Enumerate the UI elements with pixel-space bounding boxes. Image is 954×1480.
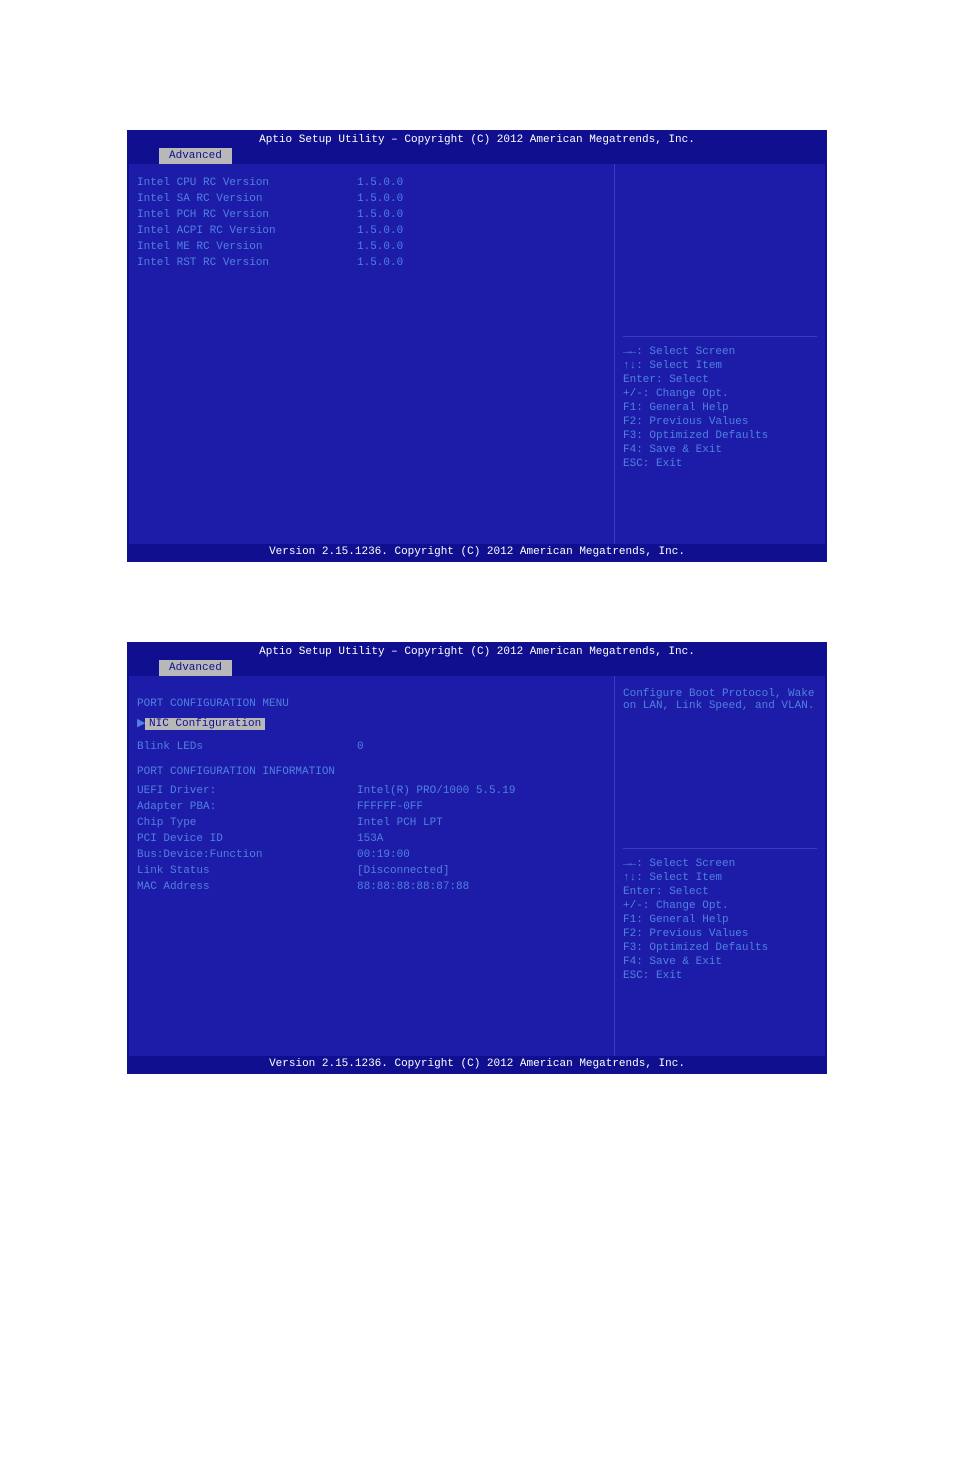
info-row: Intel SA RC Version 1.5.0.0 <box>137 192 606 206</box>
tab-advanced[interactable]: Advanced <box>159 660 232 676</box>
help-key-line: F3: Optimized Defaults <box>623 429 817 443</box>
row-label: Chip Type <box>137 816 357 830</box>
row-value: 1.5.0.0 <box>357 176 606 190</box>
info-row: Chip Type Intel PCH LPT <box>137 816 606 830</box>
info-title: PORT CONFIGURATION INFORMATION <box>137 766 606 778</box>
footer-bar: Version 2.15.1236. Copyright (C) 2012 Am… <box>129 1056 825 1072</box>
help-key-line: ↑↓: Select Item <box>623 871 817 885</box>
help-key-line: ESC: Exit <box>623 969 817 983</box>
info-row: Bus:Device:Function 00:19:00 <box>137 848 606 862</box>
help-key-line: +/-: Change Opt. <box>623 387 817 401</box>
help-key-line: →←: Select Screen <box>623 345 817 359</box>
selector-arrow-icon: ▶ <box>137 716 145 730</box>
info-row: Intel ME RC Version 1.5.0.0 <box>137 240 606 254</box>
row-label: Adapter PBA: <box>137 800 357 814</box>
menu-title: PORT CONFIGURATION MENU <box>137 698 606 710</box>
info-row: UEFI Driver: Intel(R) PRO/1000 5.5.19 <box>137 784 606 798</box>
row-label: Link Status <box>137 864 357 878</box>
help-key-line: Enter: Select <box>623 373 817 387</box>
row-value: [Disconnected] <box>357 864 606 878</box>
tab-advanced[interactable]: Advanced <box>159 148 232 164</box>
help-panel: Configure Boot Protocol, Wake on LAN, Li… <box>615 676 825 1056</box>
help-key-line: Enter: Select <box>623 885 817 899</box>
help-keys: →←: Select Screen ↑↓: Select Item Enter:… <box>623 336 817 511</box>
header-bar: Aptio Setup Utility – Copyright (C) 2012… <box>129 132 825 148</box>
info-row: MAC Address 88:88:88:88:87:88 <box>137 880 606 894</box>
row-label: PCI Device ID <box>137 832 357 846</box>
help-key-line: F4: Save & Exit <box>623 955 817 969</box>
row-value: 1.5.0.0 <box>357 224 606 238</box>
row-value: 88:88:88:88:87:88 <box>357 880 606 894</box>
help-key-line: F1: General Help <box>623 401 817 415</box>
row-label: Intel ME RC Version <box>137 240 357 254</box>
header-bar: Aptio Setup Utility – Copyright (C) 2012… <box>129 644 825 660</box>
row-label: MAC Address <box>137 880 357 894</box>
row-value: FFFFFF-0FF <box>357 800 606 814</box>
row-label: Bus:Device:Function <box>137 848 357 862</box>
help-panel: →←: Select Screen ↑↓: Select Item Enter:… <box>615 164 825 544</box>
row-value: 00:19:00 <box>357 848 606 862</box>
info-row: Intel CPU RC Version 1.5.0.0 <box>137 176 606 190</box>
menu-item-nic-config[interactable]: ▶NIC Configuration <box>137 716 606 730</box>
help-description <box>623 176 817 336</box>
setting-row-blink-leds[interactable]: Blink LEDs 0 <box>137 740 606 754</box>
help-key-line: F2: Previous Values <box>623 415 817 429</box>
row-value: 0 <box>357 740 606 754</box>
content-area: PORT CONFIGURATION MENU ▶NIC Configurati… <box>129 676 825 1056</box>
row-value: 1.5.0.0 <box>357 240 606 254</box>
info-row: Adapter PBA: FFFFFF-0FF <box>137 800 606 814</box>
help-key-line: →←: Select Screen <box>623 857 817 871</box>
info-row: Intel PCH RC Version 1.5.0.0 <box>137 208 606 222</box>
row-label: Intel RST RC Version <box>137 256 357 270</box>
bios-window-2: Aptio Setup Utility – Copyright (C) 2012… <box>127 642 827 1074</box>
selected-menu-label: NIC Configuration <box>145 718 265 730</box>
row-value: 1.5.0.0 <box>357 208 606 222</box>
row-label: Intel SA RC Version <box>137 192 357 206</box>
help-key-line: F4: Save & Exit <box>623 443 817 457</box>
content-area: Intel CPU RC Version 1.5.0.0 Intel SA RC… <box>129 164 825 544</box>
help-description: Configure Boot Protocol, Wake on LAN, Li… <box>623 688 817 848</box>
row-value: Intel(R) PRO/1000 5.5.19 <box>357 784 606 798</box>
info-row: Intel ACPI RC Version 1.5.0.0 <box>137 224 606 238</box>
row-label: Intel CPU RC Version <box>137 176 357 190</box>
help-key-line: F3: Optimized Defaults <box>623 941 817 955</box>
row-value: 1.5.0.0 <box>357 256 606 270</box>
info-row: Link Status [Disconnected] <box>137 864 606 878</box>
help-key-line: F1: General Help <box>623 913 817 927</box>
tab-bar: Advanced <box>129 660 825 676</box>
footer-bar: Version 2.15.1236. Copyright (C) 2012 Am… <box>129 544 825 560</box>
row-label: UEFI Driver: <box>137 784 357 798</box>
info-row: Intel RST RC Version 1.5.0.0 <box>137 256 606 270</box>
help-key-line: ESC: Exit <box>623 457 817 471</box>
row-label: Intel PCH RC Version <box>137 208 357 222</box>
info-row: PCI Device ID 153A <box>137 832 606 846</box>
main-panel: PORT CONFIGURATION MENU ▶NIC Configurati… <box>129 676 615 1056</box>
help-key-line: F2: Previous Values <box>623 927 817 941</box>
row-value: Intel PCH LPT <box>357 816 606 830</box>
main-panel: Intel CPU RC Version 1.5.0.0 Intel SA RC… <box>129 164 615 544</box>
bios-window-1: Aptio Setup Utility – Copyright (C) 2012… <box>127 130 827 562</box>
row-value: 153A <box>357 832 606 846</box>
help-keys: →←: Select Screen ↑↓: Select Item Enter:… <box>623 848 817 1023</box>
row-label: Blink LEDs <box>137 740 357 754</box>
tab-bar: Advanced <box>129 148 825 164</box>
row-label: Intel ACPI RC Version <box>137 224 357 238</box>
help-key-line: +/-: Change Opt. <box>623 899 817 913</box>
row-value: 1.5.0.0 <box>357 192 606 206</box>
help-key-line: ↑↓: Select Item <box>623 359 817 373</box>
